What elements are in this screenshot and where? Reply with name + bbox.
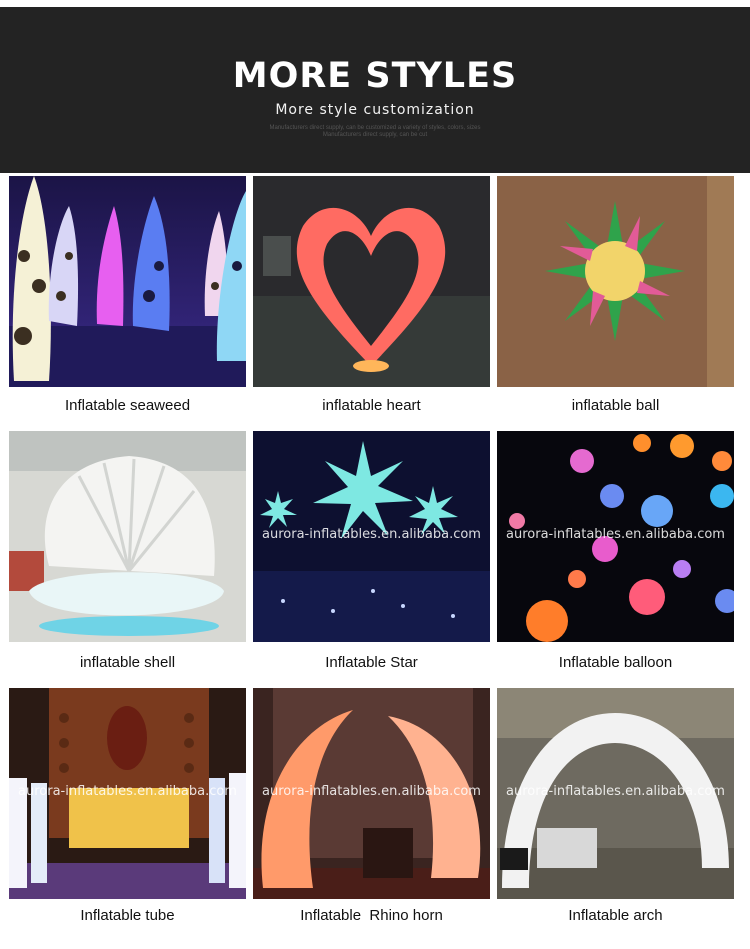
watermark-text: aurora-inflatables.en.alibaba.com bbox=[506, 527, 725, 542]
product-caption-heart: inflatable heart bbox=[322, 397, 421, 414]
watermark-text: aurora-inflatables.en.alibaba.com bbox=[18, 784, 237, 799]
banner-fine-line-2: Manufacturers direct supply, can be cut bbox=[322, 132, 428, 138]
product-image-balloon[interactable]: aurora-inflatables.en.alibaba.com bbox=[497, 431, 734, 642]
product-image-tube[interactable]: aurora-inflatables.en.alibaba.com bbox=[9, 688, 246, 899]
product-image-arch[interactable]: aurora-inflatables.en.alibaba.com bbox=[497, 688, 734, 899]
banner-subtitle: More style customization bbox=[275, 102, 475, 118]
product-caption-arch: Inflatable arch bbox=[568, 907, 663, 924]
watermark-text: aurora-inflatables.en.alibaba.com bbox=[506, 784, 725, 799]
spiky-ball-photo bbox=[497, 176, 734, 387]
banner-title: MORE STYLES bbox=[232, 56, 518, 96]
watermark-text: aurora-inflatables.en.alibaba.com bbox=[262, 784, 481, 799]
product-caption-balloon: Inflatable balloon bbox=[558, 654, 673, 671]
product-image-ball[interactable] bbox=[497, 176, 734, 387]
shell-photo bbox=[9, 431, 246, 642]
product-caption-tube: Inflatable tube bbox=[80, 907, 175, 924]
product-caption-ball: inflatable ball bbox=[571, 397, 660, 414]
seaweed-photo bbox=[9, 176, 246, 387]
heart-photo bbox=[253, 176, 490, 387]
product-caption-shell: inflatable shell bbox=[79, 654, 176, 671]
watermark-text: aurora-inflatables.en.alibaba.com bbox=[262, 527, 481, 542]
banner-fine-print: Manufacturers direct supply, can be cust… bbox=[0, 125, 750, 139]
banner-fine-line-1: Manufacturers direct supply, can be cust… bbox=[269, 125, 481, 131]
product-caption-star: Inflatable Star bbox=[325, 654, 418, 671]
product-image-star[interactable]: aurora-inflatables.en.alibaba.com bbox=[253, 431, 490, 642]
header-banner: MORE STYLES More style customization Man… bbox=[0, 7, 750, 173]
product-image-heart[interactable] bbox=[253, 176, 490, 387]
product-image-seaweed[interactable] bbox=[9, 176, 246, 387]
product-image-rhino-horn[interactable]: aurora-inflatables.en.alibaba.com bbox=[253, 688, 490, 899]
product-caption-seaweed: Inflatable seaweed bbox=[64, 397, 191, 414]
product-image-shell[interactable] bbox=[9, 431, 246, 642]
product-caption-rhino-horn: Inflatable Rhino horn bbox=[300, 907, 443, 924]
